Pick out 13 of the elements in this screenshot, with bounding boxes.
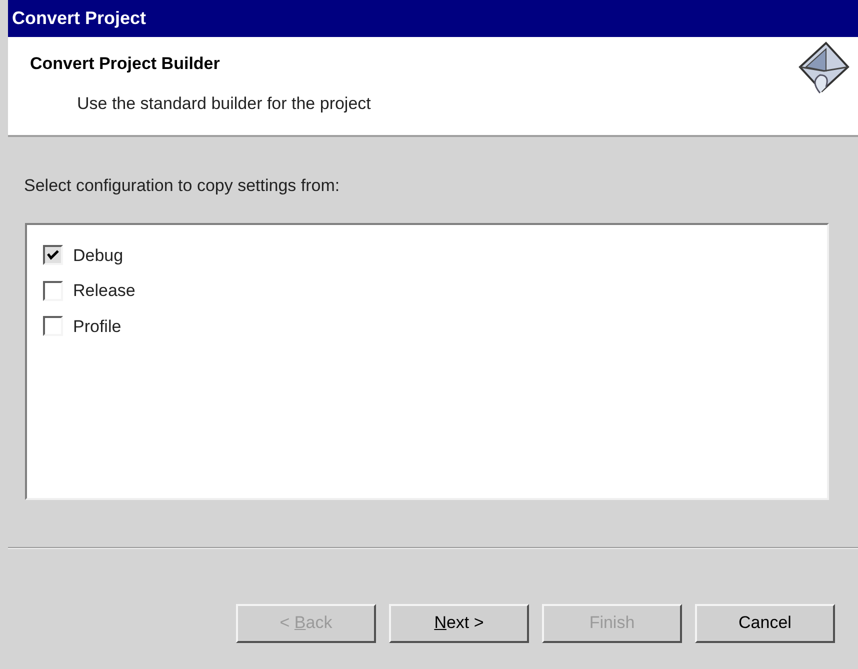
checkbox[interactable] [43, 280, 63, 301]
page-description: Use the standard builder for the project [77, 92, 371, 114]
wizard-button[interactable]: Cancel [695, 604, 835, 642]
configuration-checkbox[interactable]: Release [43, 278, 136, 304]
wizard-button[interactable]: Next > [389, 604, 529, 642]
configuration-checkbox[interactable]: Profile [43, 314, 122, 339]
checkbox[interactable] [43, 316, 63, 336]
prompt-label: Select configuration to copy settings from: [24, 175, 341, 197]
checkbox[interactable] [43, 245, 63, 266]
page-title: Convert Project Builder [30, 53, 221, 75]
configuration-checkbox[interactable]: Debug [43, 242, 124, 268]
window-title: Convert Project [12, 7, 146, 30]
check-icon [46, 249, 60, 262]
